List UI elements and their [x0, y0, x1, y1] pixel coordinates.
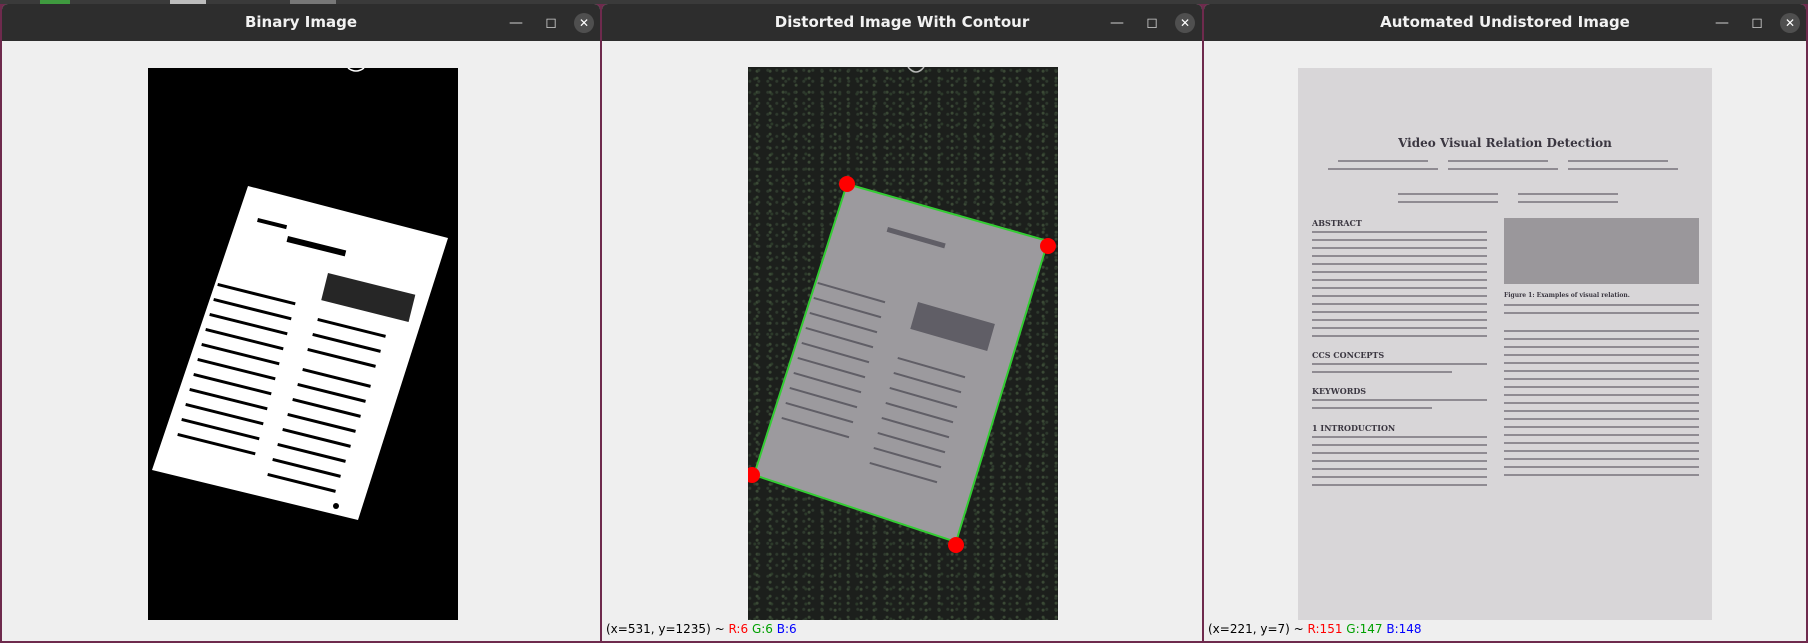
ccs-heading: CCS CONCEPTS: [1312, 350, 1385, 360]
distorted-image-window: Distorted Image With Contour — ◻ ✕ (x=53…: [602, 4, 1202, 641]
maximize-icon[interactable]: ◻: [541, 13, 561, 33]
pixel-g-value: G:6: [751, 622, 773, 636]
maximize-icon[interactable]: ◻: [1142, 13, 1162, 33]
binary-image-content: [152, 67, 448, 520]
maximize-icon[interactable]: ◻: [1747, 13, 1767, 33]
titlebar[interactable]: Binary Image — ◻ ✕: [2, 4, 600, 41]
close-icon[interactable]: ✕: [1175, 13, 1195, 33]
undistorted-image-window: Automated Undistored Image — ◻ ✕ Video V…: [1204, 4, 1806, 641]
binary-image-view[interactable]: [148, 67, 458, 620]
close-icon[interactable]: ✕: [574, 13, 594, 33]
figure-caption: Figure 1: Examples of visual relation.: [1504, 292, 1630, 299]
minimize-icon[interactable]: —: [1107, 13, 1127, 33]
distorted-image-content: [744, 66, 1056, 553]
status-bar: (x=531, y=1235) ~ R:6 G:6 B:6: [606, 621, 797, 637]
document-title: Video Visual Relation Detection: [1398, 136, 1612, 150]
status-bar: (x=221, y=7) ~ R:151 G:147 B:148: [1208, 621, 1422, 637]
corner-point: [839, 176, 855, 192]
figure-image: [1504, 218, 1699, 284]
binary-image-window: Binary Image — ◻ ✕: [2, 4, 600, 641]
pixel-r-value: R:151: [1307, 622, 1343, 636]
minimize-icon[interactable]: —: [506, 13, 526, 33]
intro-heading: 1 INTRODUCTION: [1312, 423, 1396, 433]
close-icon[interactable]: ✕: [1780, 13, 1800, 33]
keywords-heading: KEYWORDS: [1312, 386, 1367, 396]
titlebar[interactable]: Distorted Image With Contour — ◻ ✕: [602, 4, 1202, 41]
pixel-r-value: R:6: [728, 622, 749, 636]
cursor-coords: (x=531, y=1235) ~: [606, 622, 725, 636]
abstract-heading: ABSTRACT: [1312, 218, 1362, 228]
corner-point: [948, 537, 964, 553]
pixel-b-value: B:6: [776, 622, 797, 636]
undistorted-image-view[interactable]: Video Visual Relation Detection ABSTRACT…: [1298, 68, 1712, 620]
titlebar[interactable]: Automated Undistored Image — ◻ ✕: [1204, 4, 1806, 41]
cursor-coords: (x=221, y=7) ~: [1208, 622, 1304, 636]
corner-point: [1040, 238, 1056, 254]
pixel-b-value: B:148: [1386, 622, 1422, 636]
pixel-g-value: G:147: [1346, 622, 1383, 636]
distorted-image-view[interactable]: [744, 66, 1058, 620]
minimize-icon[interactable]: —: [1712, 13, 1732, 33]
